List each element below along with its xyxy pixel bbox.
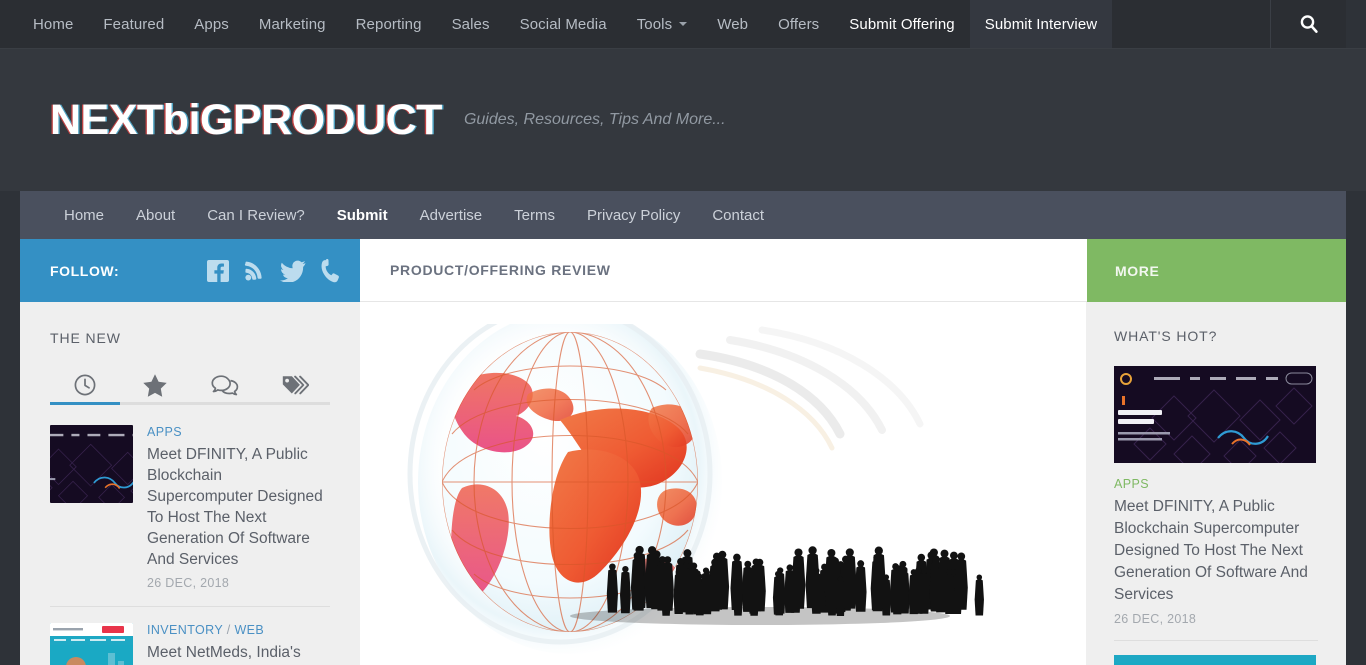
top-nav-item-label: Social Media <box>519 15 607 33</box>
subnav-item-about[interactable]: About <box>120 207 191 224</box>
post-category[interactable]: APPS <box>147 425 330 439</box>
subnav-item-privacy-policy[interactable]: Privacy Policy <box>571 207 696 224</box>
right-post-list: APPS Meet DFINITY, A Public Blockchain Su… <box>1114 366 1318 665</box>
list-item[interactable]: APPS Meet DFINITY, A Public Blockchain Su… <box>1114 366 1318 641</box>
post-thumbnail[interactable] <box>1114 366 1316 463</box>
site-masthead: NEXTbiGPRODUCT Guides, Resources, Tips A… <box>0 49 1366 191</box>
top-nav-item-label: Submit Offering <box>849 15 955 33</box>
top-bar-right-padding <box>1346 0 1366 48</box>
clock-icon <box>73 373 97 397</box>
post-date: 26 DEC, 2018 <box>147 576 230 590</box>
tab-comments[interactable] <box>190 368 260 402</box>
top-nav-item-submit-interview[interactable]: Submit Interview <box>969 0 1113 48</box>
subnav-item-can-i-review-[interactable]: Can I Review? <box>191 207 321 224</box>
top-nav-item-apps[interactable]: Apps <box>179 0 244 48</box>
page-title-bar: PRODUCT/OFFERING REVIEW <box>360 239 1087 302</box>
search-button[interactable] <box>1270 0 1346 48</box>
tab-popular[interactable] <box>120 368 190 402</box>
hero-image <box>400 303 1040 664</box>
main-content <box>360 302 1086 665</box>
site-logo[interactable]: NEXTbiGPRODUCT <box>50 96 442 145</box>
right-widget-title: WHAT'S HOT? <box>1114 328 1218 344</box>
chevron-down-icon <box>679 22 688 26</box>
tab-tags[interactable] <box>260 368 330 402</box>
follow-bar: FOLLOW: <box>20 239 360 302</box>
top-nav-item-web[interactable]: Web <box>702 0 763 48</box>
subnav-item-submit[interactable]: Submit <box>321 207 404 224</box>
list-item[interactable] <box>1114 655 1318 665</box>
tag-icon <box>281 373 309 397</box>
star-icon <box>142 373 168 397</box>
top-nav-item-label: Home <box>33 15 74 33</box>
search-icon <box>1299 14 1319 34</box>
top-nav-item-label: Reporting <box>355 15 422 33</box>
site-tagline: Guides, Resources, Tips And More... <box>463 111 726 128</box>
top-nav-item-tools[interactable]: Tools <box>622 0 703 48</box>
top-nav-item-label: Featured <box>103 15 165 33</box>
top-nav-item-label: Submit Interview <box>984 15 1098 33</box>
page-title: PRODUCT/OFFERING REVIEW <box>390 262 611 278</box>
top-nav-item-reporting[interactable]: Reporting <box>341 0 437 48</box>
top-navigation-bar: Home Featured Apps Marketing Reporting Sales S… <box>0 0 1366 49</box>
right-sidebar: WHAT'S HOT? APPS Meet DFINITY, A Public B… <box>1086 302 1346 665</box>
more-button[interactable]: MORE <box>1087 239 1346 302</box>
top-nav-item-label: Apps <box>194 15 229 33</box>
top-nav-item-sales[interactable]: Sales <box>437 0 505 48</box>
left-sidebar-tabs <box>50 368 330 405</box>
top-nav-spacer <box>1112 0 1270 48</box>
post-title[interactable]: Meet DFINITY, A Public Blockchain Superc… <box>1114 496 1318 606</box>
subnav-item-advertise[interactable]: Advertise <box>404 207 499 224</box>
rss-icon[interactable] <box>244 260 266 282</box>
twitter-icon[interactable] <box>280 260 306 282</box>
post-date: 26 DEC, 2018 <box>1114 612 1197 626</box>
comments-icon <box>211 373 239 397</box>
post-category[interactable]: INVENTORY / WEB <box>147 623 330 637</box>
top-nav-item-featured[interactable]: Featured <box>88 0 179 48</box>
post-thumbnail[interactable] <box>1114 655 1316 665</box>
top-nav-item-label: Marketing <box>258 15 326 33</box>
category-separator: / <box>226 623 231 637</box>
utility-strip: FOLLOW: PRODUCT/OFFERING REVIEW MORE <box>20 239 1346 302</box>
left-post-list: APPS Meet DFINITY, A Public Blockchain Su… <box>50 425 330 665</box>
dfinity-thumbnail-art <box>1114 366 1316 463</box>
top-nav-item-marketing[interactable]: Marketing <box>244 0 341 48</box>
left-widget-title: THE NEW <box>50 330 121 346</box>
top-nav-item-offers[interactable]: Offers <box>763 0 834 48</box>
subnav-item-contact[interactable]: Contact <box>696 207 780 224</box>
facebook-icon[interactable] <box>206 259 230 283</box>
subnav-item-home[interactable]: Home <box>48 207 120 224</box>
netmeds-thumbnail-art <box>1114 655 1316 665</box>
post-body: APPS Meet DFINITY, A Public Blockchain Su… <box>147 425 330 590</box>
netmeds-thumbnail-art <box>50 623 133 665</box>
top-nav-item-social-media[interactable]: Social Media <box>505 0 622 48</box>
left-sidebar: THE NEW APPS Meet DFINITY, A Public Bloc… <box>20 302 360 665</box>
top-nav-item-label: Sales <box>451 15 490 33</box>
top-nav-items: Home Featured Apps Marketing Reporting Sales S… <box>18 0 1113 48</box>
follow-label: FOLLOW: <box>50 262 120 279</box>
phone-icon[interactable] <box>320 258 342 283</box>
page-container: Home About Can I Review? Submit Advertise Ter… <box>20 191 1346 665</box>
post-body: INVENTORY / WEB Meet NetMeds, India's Onl… <box>147 623 330 665</box>
list-item[interactable]: APPS Meet DFINITY, A Public Blockchain Su… <box>50 425 330 607</box>
top-nav-item-home[interactable]: Home <box>18 0 88 48</box>
subnav-item-terms[interactable]: Terms <box>498 207 571 224</box>
post-category[interactable]: APPS <box>1114 477 1318 491</box>
dfinity-thumbnail-art <box>50 425 133 503</box>
tab-recent[interactable] <box>50 368 120 402</box>
top-nav-item-label: Web <box>717 15 749 33</box>
top-nav-item-label: Offers <box>778 15 820 33</box>
list-item[interactable]: INVENTORY / WEB Meet NetMeds, India's Onl… <box>50 623 330 665</box>
more-label: MORE <box>1115 262 1160 279</box>
post-title[interactable]: Meet NetMeds, India's Online Pharmacy <box>147 642 330 665</box>
post-title[interactable]: Meet DFINITY, A Public Blockchain Superc… <box>147 444 330 570</box>
top-nav-item-submit-offering[interactable]: Submit Offering <box>834 0 969 48</box>
active-tab-indicator <box>50 402 120 405</box>
content-columns: THE NEW APPS Meet DFINITY, A Public Bloc… <box>20 302 1346 665</box>
post-thumbnail[interactable] <box>50 425 133 503</box>
post-thumbnail[interactable] <box>50 623 133 665</box>
top-nav-item-label: Tools <box>636 15 673 33</box>
social-icon-list <box>206 258 342 283</box>
secondary-navigation: Home About Can I Review? Submit Advertise Ter… <box>20 191 1346 239</box>
